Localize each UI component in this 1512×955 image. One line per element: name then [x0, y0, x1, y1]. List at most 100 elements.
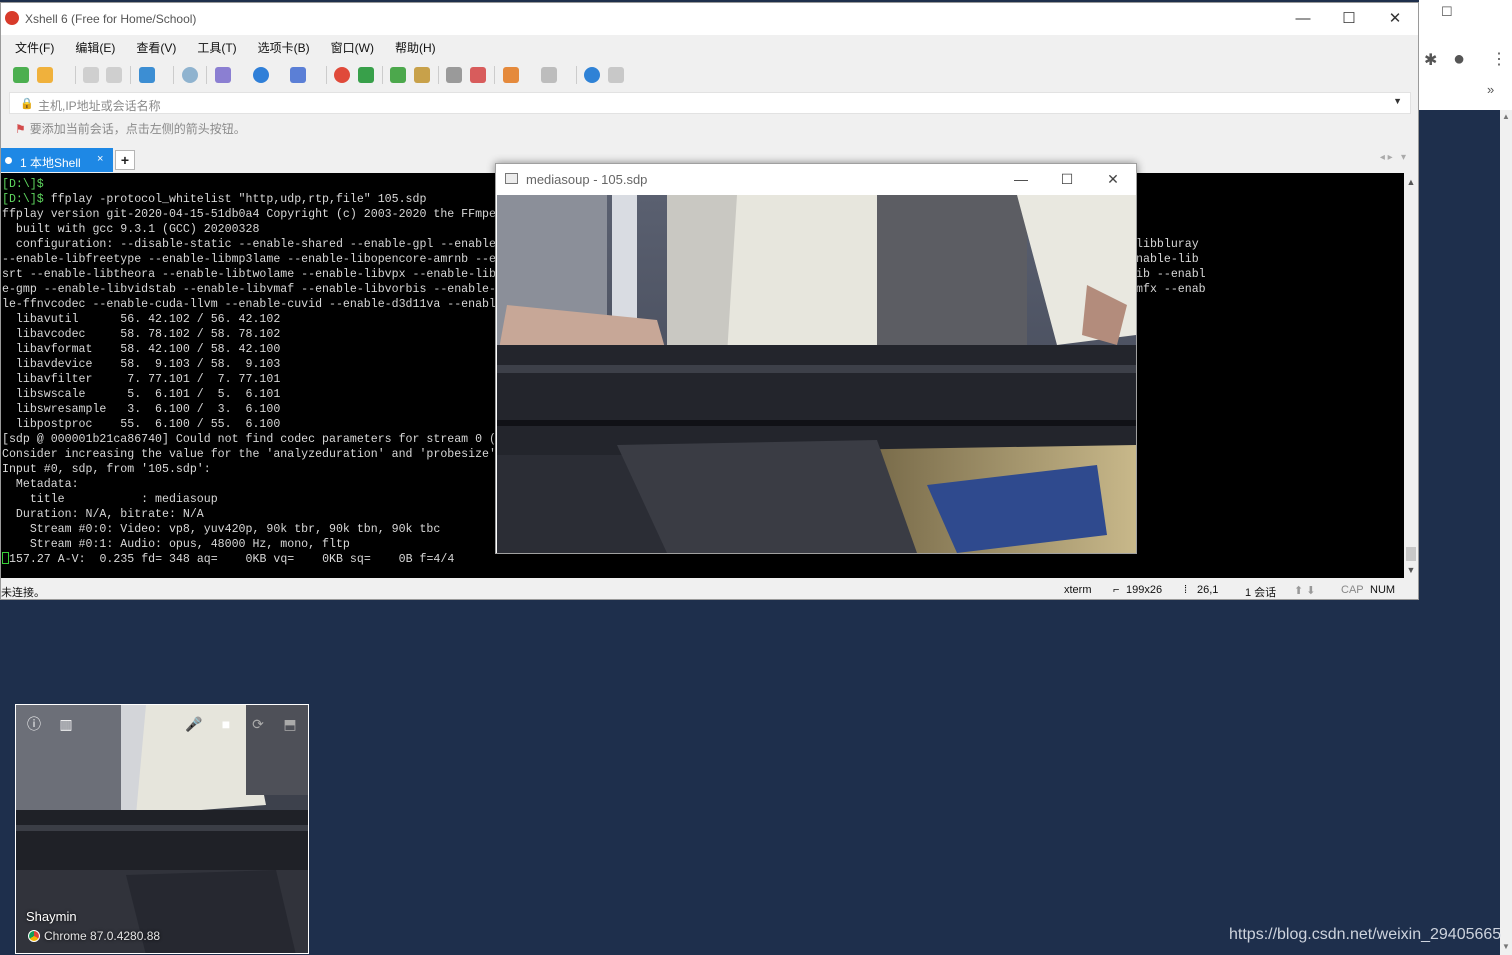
address-bar[interactable]: 🔒 主机,IP地址或会话名称 ▼ — [9, 92, 1411, 114]
xshell-logo-icon — [5, 11, 19, 25]
new-session-icon[interactable] — [13, 67, 29, 83]
highlight-icon[interactable] — [470, 67, 486, 83]
scroll-down-icon[interactable]: ▼ — [1404, 565, 1418, 575]
camera-icon[interactable]: ■ — [214, 713, 238, 735]
extensions-icon[interactable]: ✱ — [1424, 50, 1437, 70]
cursor-position-icon: ⁞ — [1184, 584, 1188, 596]
local-video-preview: ⓘ ▥ 🎤 ■ ⟳ ⬒ Shaymin Chrome 87.0.4280.88 — [15, 704, 309, 954]
terminal-line-text: le-ffnvcodec --enable-cuda-llvm --enable… — [2, 298, 496, 311]
font-icon[interactable] — [290, 67, 306, 83]
menu-tabs[interactable]: 选项卡(B) — [244, 37, 317, 59]
menu-edit[interactable]: 编辑(E) — [61, 37, 122, 59]
terminal-line-text: libavcodec 58. 78.102 / 58. 78.102 — [2, 328, 281, 341]
address-input[interactable]: 主机,IP地址或会话名称 — [38, 97, 161, 114]
terminal-line-text: libavfilter 7. 77.101 / 7. 77.101 — [2, 373, 281, 386]
switch-camera-icon[interactable]: ⟳ — [246, 713, 270, 735]
close-button[interactable]: ✕ — [1372, 3, 1418, 35]
menu-help[interactable]: 帮助(H) — [381, 37, 443, 59]
ffplay-app-icon — [505, 173, 518, 184]
shell-prompt: [D:\]$ — [2, 178, 44, 191]
connect-icon[interactable] — [83, 67, 99, 83]
minimize-button[interactable]: — — [1280, 3, 1326, 35]
scroll-up-icon[interactable]: ▲ — [1500, 112, 1512, 121]
menu-tools[interactable]: 工具(T) — [183, 37, 243, 59]
find-icon[interactable] — [182, 67, 198, 83]
chat-icon[interactable] — [608, 67, 624, 83]
terminal-scrollbar[interactable]: ▲ ▼ — [1404, 173, 1418, 578]
tile-icon[interactable] — [541, 67, 557, 83]
num-lock-indicator: NUM — [1370, 584, 1396, 596]
minimize-icon: — — [1295, 10, 1311, 27]
terminal-line: libavutil 56. 42.102 / 56. 42.102 — [2, 313, 280, 326]
terminal-line: [D:\]$ ffplay -protocol_whitelist "http,… — [2, 193, 426, 206]
open-folder-icon[interactable] — [37, 67, 53, 83]
add-tab-icon[interactable] — [503, 67, 519, 83]
menu-view[interactable]: 查看(V) — [122, 37, 183, 59]
help-icon[interactable] — [584, 67, 600, 83]
menu-window[interactable]: 窗口(W) — [317, 37, 381, 59]
terminal-line: Consider increasing the value for the 'a… — [2, 448, 496, 461]
scroll-down-icon[interactable]: ▼ — [1500, 942, 1512, 951]
terminal-line-text: ffplay -protocol_whitelist "http,udp,rtp… — [43, 193, 427, 206]
share-screen-icon[interactable]: ⬒ — [278, 713, 302, 735]
info-icon[interactable]: ⓘ — [22, 713, 46, 735]
tab-navigation-icons[interactable]: ◂ ▸ ▾ — [1380, 152, 1406, 163]
terminal-line: libswscale 5. 6.101 / 5. 6.101 — [2, 388, 280, 401]
terminal-line-text: libavformat 58. 42.100 / 58. 42.100 — [2, 343, 281, 356]
terminal-line-text: Input #0, sdp, from '105.sdp': — [2, 463, 211, 476]
terminal-line: libavdevice 58. 9.103 / 58. 9.103 — [2, 358, 280, 371]
terminal-line: libavfilter 7. 77.101 / 7. 77.101 — [2, 373, 280, 386]
lock-icon[interactable] — [414, 67, 430, 83]
terminal-line: Stream #0:1: Audio: opus, 48000 Hz, mono… — [2, 538, 350, 551]
maximize-icon: ☐ — [1342, 10, 1356, 27]
bookmark-icon[interactable]: ⚑ — [15, 122, 26, 136]
keyboard-icon[interactable] — [446, 67, 462, 83]
layout-icon[interactable] — [215, 67, 231, 83]
caps-lock-indicator: CAP — [1341, 584, 1364, 596]
tab-close-icon[interactable]: × — [97, 153, 103, 165]
terminal-line-text: libswscale 5. 6.101 / 5. 6.101 — [2, 388, 281, 401]
bookmarks-overflow-icon[interactable]: » — [1487, 82, 1494, 97]
ffplay-close-button[interactable]: ✕ — [1090, 164, 1136, 194]
session-nav-icon[interactable]: ⬆ ⬇ — [1294, 584, 1316, 597]
user-agent-text: Chrome 87.0.4280.88 — [44, 929, 161, 943]
terminal-line: 157.27 A-V: 0.235 fd= 348 aq= 0KB vq= 0K… — [2, 552, 454, 566]
terminal-line: le-ffnvcodec --enable-cuda-llvm --enable… — [2, 298, 496, 311]
maximize-button[interactable]: ☐ — [1326, 3, 1372, 35]
xshell-titlebar[interactable]: Xshell 6 (Free for Home/School) — ☐ ✕ — [1, 3, 1418, 35]
terminal-line: built with gcc 9.3.1 (GCC) 20200328 — [2, 223, 260, 236]
maximize-icon: ☐ — [1060, 171, 1074, 187]
globe-icon[interactable] — [253, 67, 269, 83]
microphone-icon[interactable]: 🎤 — [182, 713, 206, 735]
terminal-line-text: Metadata: — [2, 478, 79, 491]
ffplay-title: mediasoup - 105.sdp — [526, 172, 648, 187]
xshell-icon[interactable] — [334, 67, 350, 83]
profile-avatar-icon[interactable]: ● — [1453, 48, 1465, 71]
scroll-up-icon[interactable]: ▲ — [1404, 177, 1418, 187]
terminal-line-text: libavdevice 58. 9.103 / 58. 9.103 — [2, 358, 281, 371]
close-icon: ✕ — [1107, 171, 1119, 187]
browser-scrollbar[interactable]: ▲ ▼ — [1500, 110, 1512, 955]
terminal-line: libpostproc 55. 6.100 / 55. 6.100 — [2, 418, 280, 431]
terminal-cursor — [2, 552, 9, 564]
scroll-thumb[interactable] — [1406, 547, 1416, 561]
disconnect-icon[interactable] — [106, 67, 122, 83]
menu-file[interactable]: 文件(F) — [1, 37, 61, 59]
terminal-line: libavformat 58. 42.100 / 58. 42.100 — [2, 343, 280, 356]
browser-menu-icon[interactable]: ⋮ — [1491, 49, 1507, 69]
tab-local-shell[interactable]: 1 本地Shell × — [1, 148, 113, 172]
lock-icon: 🔒 — [20, 98, 34, 110]
menu-bar: 文件(F) 编辑(E) 查看(V) 工具(T) 选项卡(B) 窗口(W) 帮助(… — [1, 37, 443, 59]
terminal-line-text: ffplay version git-2020-04-15-51db0a4 Co… — [2, 208, 496, 221]
ffplay-maximize-button[interactable]: ☐ — [1044, 164, 1090, 194]
browser-maximize-icon[interactable]: ☐ — [1441, 4, 1453, 20]
ffplay-minimize-button[interactable]: — — [998, 164, 1044, 194]
fullscreen-icon[interactable] — [390, 67, 406, 83]
terminal-line: ffplay version git-2020-04-15-51db0a4 Co… — [2, 208, 496, 221]
xftp-icon[interactable] — [358, 67, 374, 83]
reconnect-icon[interactable] — [139, 67, 155, 83]
add-tab-button[interactable]: + — [115, 150, 135, 170]
chevron-down-icon[interactable]: ▼ — [1393, 96, 1402, 106]
ffplay-window: mediasoup - 105.sdp — ☐ ✕ — [495, 163, 1137, 554]
stats-icon[interactable]: ▥ — [54, 713, 78, 735]
